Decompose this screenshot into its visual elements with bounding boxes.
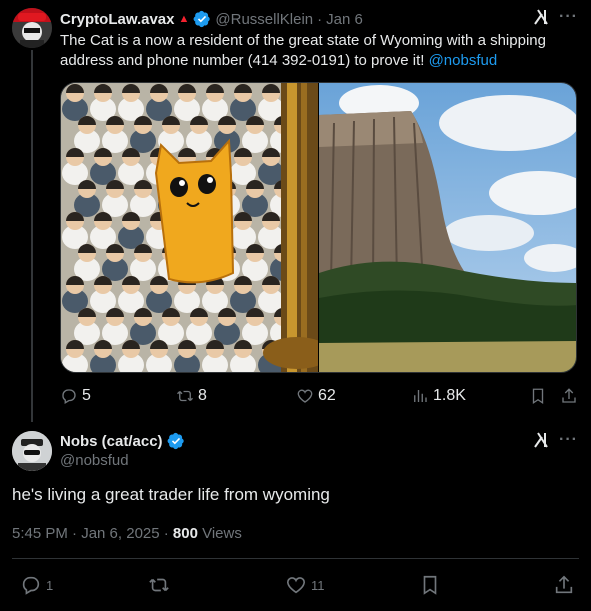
tweet1-header: CryptoLaw.avax ▲ @RussellKlein · Jan 6 [60, 9, 363, 29]
repost-count: 8 [198, 387, 207, 404]
tweet2-meta: 5:45 PM · Jan 6, 2025 · 800 Views [12, 525, 242, 542]
tweet1-media[interactable] [60, 82, 577, 373]
repost-icon [177, 390, 193, 402]
repost-icon [149, 578, 169, 592]
red-triangle-icon: ▲ [178, 13, 190, 25]
bookmark-button[interactable] [419, 574, 441, 596]
tweet2-text: he's living a great trader life from wyo… [12, 485, 330, 504]
display-name[interactable]: Nobs (cat/acc) [60, 433, 163, 450]
avatar-nobs[interactable] [12, 431, 52, 471]
views-icon [414, 390, 427, 402]
grok-icon[interactable] [532, 8, 550, 26]
reply-button[interactable]: 5 [60, 387, 91, 405]
tweet2-header: Nobs (cat/acc) @nobsfud [60, 431, 185, 471]
views-count: 1.8K [433, 387, 466, 404]
repost-button[interactable] [148, 574, 170, 596]
handle[interactable]: @RussellKlein [215, 11, 313, 28]
bookmark-icon [532, 388, 544, 405]
thread-line [31, 50, 33, 422]
share-icon [562, 388, 576, 403]
reply-button[interactable]: 1 [20, 574, 53, 596]
views-number: 800 [172, 525, 198, 542]
tweet-date[interactable]: Jan 6 [326, 11, 363, 28]
separator-dot: · [317, 10, 323, 28]
verified-badge-icon [167, 432, 184, 450]
cat-crowd-image[interactable] [61, 83, 318, 372]
views-label: Views [197, 525, 242, 542]
reply-icon [22, 576, 40, 595]
bookmark-icon [423, 575, 437, 595]
mention-link[interactable]: @nobsfud [429, 52, 498, 69]
like-button[interactable]: 11 [285, 574, 325, 596]
avatar-cryptolaw[interactable] [12, 8, 52, 48]
repost-button[interactable]: 8 [176, 387, 207, 405]
tweet1-text: The Cat is a now a resident of the great… [60, 31, 580, 71]
divider [12, 558, 579, 559]
reply-count: 5 [82, 387, 91, 404]
reply-count: 1 [46, 577, 54, 593]
timestamp[interactable]: 5:45 PM · Jan 6, 2025 · [12, 525, 173, 542]
bookmark-button[interactable] [529, 387, 547, 405]
verified-badge-icon [193, 10, 211, 28]
like-count: 62 [318, 387, 336, 404]
like-count: 11 [311, 577, 325, 593]
views-button[interactable]: 1.8K [411, 387, 466, 405]
share-button[interactable] [560, 387, 578, 405]
grok-icon[interactable] [532, 431, 550, 449]
like-button[interactable]: 62 [296, 387, 336, 405]
reply-icon [62, 389, 76, 404]
parent-tweet[interactable]: CryptoLaw.avax ▲ @RussellKlein · Jan 6 ·… [0, 0, 591, 422]
share-button[interactable] [553, 574, 575, 596]
more-icon[interactable]: ··· [559, 8, 578, 26]
more-icon[interactable]: ··· [559, 431, 578, 449]
like-icon [297, 389, 313, 403]
devils-tower-image[interactable] [319, 83, 576, 372]
handle[interactable]: @nobsfud [60, 451, 185, 471]
like-icon [286, 577, 306, 594]
share-icon [555, 575, 573, 594]
display-name[interactable]: CryptoLaw.avax [60, 11, 175, 28]
